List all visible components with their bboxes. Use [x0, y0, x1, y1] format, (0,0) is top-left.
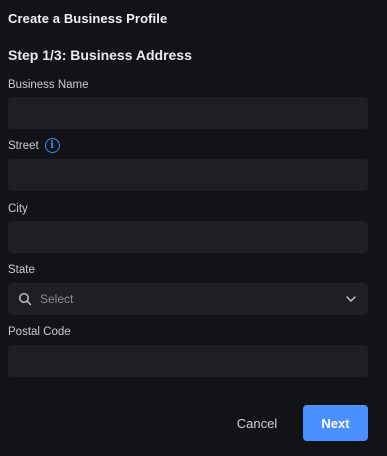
state-label-text: State	[8, 264, 35, 276]
postal-code-label: Postal Code	[8, 326, 71, 338]
postal-code-label-text: Postal Code	[8, 326, 71, 338]
business-name-input[interactable]	[8, 97, 368, 129]
cancel-button[interactable]: Cancel	[223, 405, 291, 441]
city-input[interactable]	[8, 221, 368, 253]
city-label: City	[8, 203, 28, 215]
street-label-text: Street	[8, 139, 39, 152]
create-business-profile-dialog: Create a Business Profile Step 1/3: Busi…	[0, 0, 387, 456]
city-label-text: City	[8, 203, 28, 215]
next-button[interactable]: Next	[303, 405, 368, 441]
state-select-placeholder: Select	[40, 292, 74, 306]
business-name-label: Business Name	[8, 79, 89, 91]
street-input[interactable]	[8, 159, 368, 191]
street-label: Street i	[8, 138, 60, 153]
state-select[interactable]: Select	[8, 283, 368, 315]
chevron-down-icon	[344, 292, 358, 306]
postal-code-input[interactable]	[8, 345, 368, 377]
dialog-title: Create a Business Profile	[8, 11, 168, 26]
business-name-label-text: Business Name	[8, 79, 89, 91]
step-heading: Step 1/3: Business Address	[8, 47, 192, 63]
info-icon[interactable]: i	[44, 138, 60, 153]
search-icon	[18, 292, 32, 306]
state-label: State	[8, 264, 35, 276]
